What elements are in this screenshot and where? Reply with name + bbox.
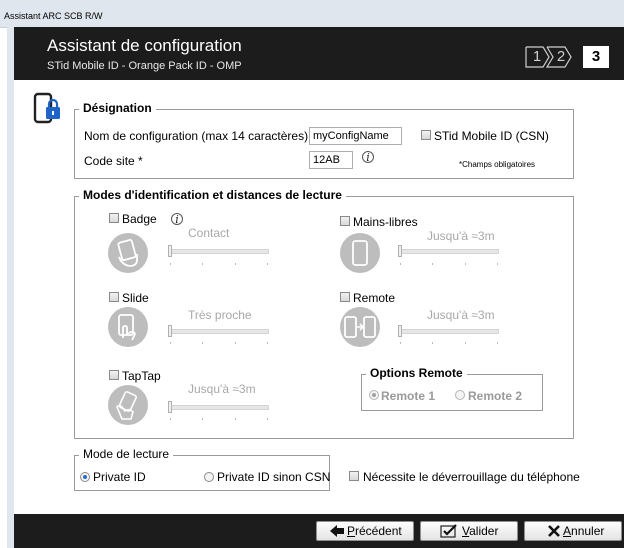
previous-button[interactable]: Précédent [316, 521, 414, 541]
slide-distance: Très proche [188, 308, 252, 322]
wizard-subtitle: STid Mobile ID - Orange Pack ID - OMP [47, 60, 242, 72]
validate-label: alider [469, 524, 499, 538]
required-note: *Champs obligatoires [459, 160, 536, 169]
mains-libres-checkbox[interactable] [340, 216, 350, 226]
remote-distance: Jusqu'à ≈3m [427, 308, 495, 322]
remote-1-label: Remote 1 [381, 389, 436, 403]
step-3-active: 3 [583, 46, 609, 68]
csn-checkbox-label: STid Mobile ID (CSN) [434, 129, 549, 143]
config-name-input[interactable] [309, 127, 402, 145]
mains-libres-distance-slider[interactable] [398, 245, 500, 257]
close-icon [548, 525, 560, 537]
remote-checkbox[interactable] [340, 292, 350, 302]
site-code-input[interactable] [309, 151, 353, 169]
wizard-steps: 1 2 3 [524, 46, 610, 68]
mains-libres-distance: Jusqu'à ≈3m [427, 229, 495, 243]
window-frame [7, 27, 14, 548]
remote-1-radio[interactable] [369, 390, 379, 400]
private-id-label: Private ID [93, 470, 146, 484]
cancel-label: nnuler [571, 524, 605, 538]
badge-label: Badge [122, 212, 157, 226]
modes-legend: Modes d'identification et distances de l… [79, 188, 346, 202]
taptap-checkbox[interactable] [109, 370, 119, 380]
previous-mnemonic: P [347, 524, 356, 538]
badge-distance: Contact [188, 226, 230, 240]
slide-slider-ticks [168, 342, 270, 344]
private-id-csn-label: Private ID sinon CSN [217, 470, 331, 484]
slide-label: Slide [122, 291, 149, 305]
checkmark-icon [440, 524, 457, 538]
private-id-radio[interactable] [80, 472, 90, 482]
config-name-label: Nom de configuration (max 14 caractères)… [84, 129, 317, 143]
cancel-button[interactable]: Annuler [524, 521, 622, 541]
phone-icon [340, 233, 380, 273]
remote-2-radio[interactable] [455, 390, 465, 400]
options-remote-legend: Options Remote [366, 366, 467, 380]
slide-hand-icon [108, 307, 148, 347]
taptap-distance-slider[interactable] [168, 401, 270, 413]
mains-libres-slider-ticks [398, 263, 500, 265]
remote-2-label: Remote 2 [468, 389, 523, 403]
badge-info-icon[interactable]: i [171, 213, 183, 226]
badge-checkbox[interactable] [109, 213, 119, 223]
remote-distance-slider[interactable] [398, 325, 500, 337]
csn-checkbox[interactable] [421, 130, 431, 140]
remote-slider-ticks [398, 342, 500, 344]
taptap-hand-icon [108, 385, 148, 425]
taptap-label: TapTap [122, 369, 161, 383]
reading-mode-legend: Mode de lecture [79, 447, 174, 461]
mains-libres-label: Mains-libres [353, 215, 418, 229]
badge-hand-icon [108, 233, 148, 273]
taptap-distance: Jusqu'à ≈3m [188, 382, 256, 396]
info-icon[interactable]: i [362, 151, 374, 164]
badge-distance-slider[interactable] [168, 245, 270, 257]
wizard-header: Assistant de configuration STid Mobile I… [14, 27, 624, 80]
step-1: 1 [532, 48, 542, 65]
wizard-footer: Précédent Valider Annuler [14, 514, 624, 548]
arrow-left-icon [330, 525, 344, 537]
private-id-csn-radio[interactable] [204, 472, 214, 482]
wizard-title: Assistant de configuration [47, 36, 242, 55]
remote-phone-icon [340, 307, 380, 347]
phone-lock-icon [33, 92, 60, 124]
unlock-checkbox[interactable] [349, 471, 359, 481]
cancel-mnemonic: A [563, 524, 572, 538]
slide-distance-slider[interactable] [168, 325, 270, 337]
previous-label: récédent [355, 524, 402, 538]
designation-legend: Désignation [79, 101, 156, 115]
remote-label: Remote [353, 291, 396, 305]
step-2: 2 [556, 48, 566, 65]
slide-checkbox[interactable] [109, 292, 119, 302]
validate-button[interactable]: Valider [420, 521, 518, 541]
site-code-label: Code site * [84, 154, 143, 168]
unlock-label: Nécessite le déverrouillage du téléphone [363, 470, 580, 484]
badge-slider-ticks [168, 263, 270, 265]
taptap-slider-ticks [168, 418, 270, 420]
window-titlebar: Assistant ARC SCB R/W [0, 0, 624, 28]
window-title: Assistant ARC SCB R/W [4, 11, 103, 21]
